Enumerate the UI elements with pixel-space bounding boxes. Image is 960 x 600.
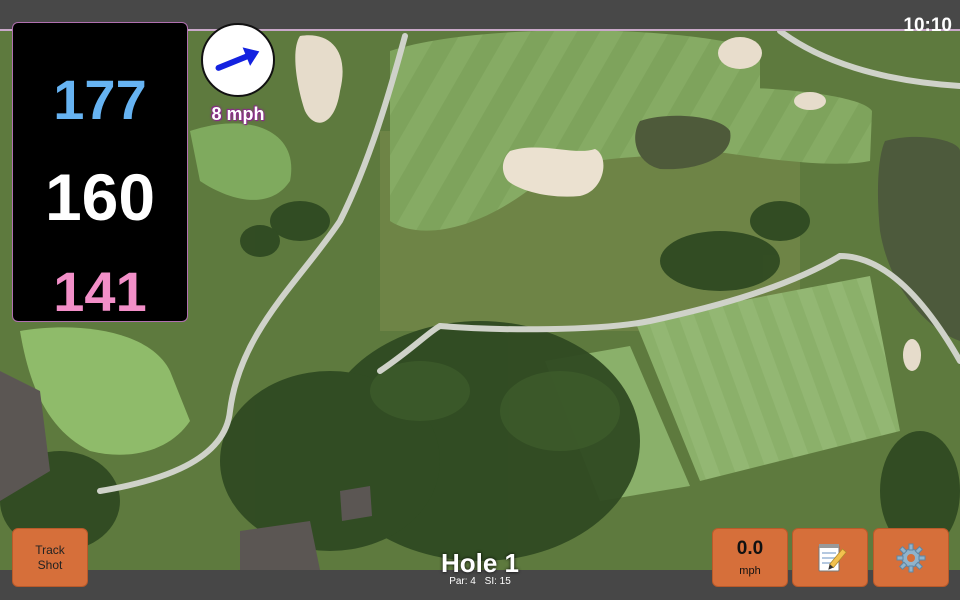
track-shot-label-line1: Track	[35, 542, 65, 557]
track-shot-label-line2: Shot	[37, 557, 63, 572]
wind-arrow-icon	[215, 47, 260, 71]
front-distance: 141	[53, 260, 147, 323]
notepad-icon	[818, 543, 847, 571]
track-shot-button[interactable]: Track Shot	[12, 528, 88, 587]
speed-unit: mph	[739, 564, 761, 577]
gear-icon	[896, 543, 926, 572]
wind-speed-label: 8 mph	[211, 104, 265, 124]
stroke-index-label: SI: 15	[484, 576, 511, 587]
back-distance: 177	[53, 68, 147, 131]
wind-indicator	[201, 23, 275, 97]
distance-panel: 177 160 141	[12, 22, 188, 323]
par-label: Par: 4	[449, 576, 476, 587]
settings-button[interactable]	[873, 528, 949, 587]
speed-button[interactable]: 0.0 mph	[712, 528, 788, 587]
speed-value: 0.0	[736, 537, 764, 559]
notes-button[interactable]	[792, 528, 868, 587]
middle-distance: 160	[44, 160, 156, 234]
hole-title: Hole 1	[440, 548, 520, 578]
hole-info: Par: 4 SI: 15	[380, 576, 580, 587]
